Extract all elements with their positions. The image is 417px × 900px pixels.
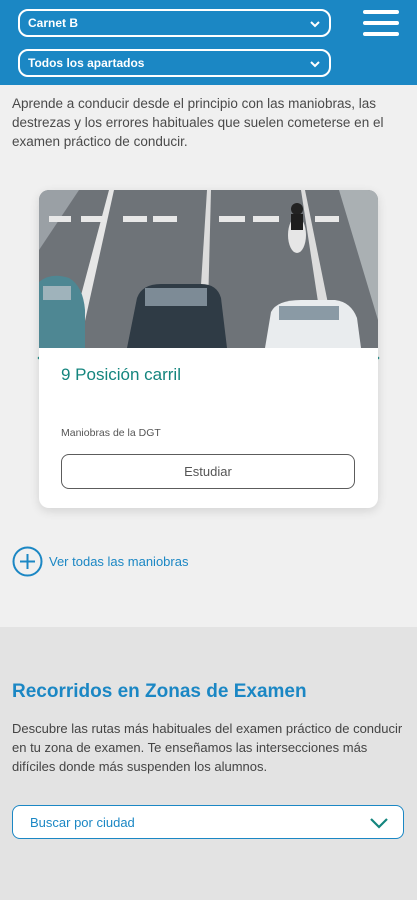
plus-circle-icon — [12, 546, 43, 576]
see-all-maneuvers-link[interactable]: Ver todas las maniobras — [12, 545, 188, 577]
intro-text: Aprende a conducir desde el principio co… — [12, 96, 384, 149]
study-button[interactable]: Estudiar — [61, 454, 355, 489]
exam-routes-section: Recorridos en Zonas de Examen Descubre l… — [0, 627, 417, 900]
maneuver-category: Maniobras de la DGT — [61, 427, 161, 439]
license-select-value: Carnet B — [28, 16, 79, 30]
chevron-down-icon — [310, 61, 320, 68]
see-all-maneuvers-label: Ver todas las maniobras — [49, 553, 189, 569]
section-select-value: Todos los apartados — [28, 56, 145, 70]
exam-routes-description: Descubre las rutas más habituales del ex… — [12, 721, 403, 774]
city-search-select[interactable]: Buscar por ciudad — [12, 805, 404, 839]
maneuver-title: 9 Posición carril — [61, 365, 181, 384]
city-select-value: Buscar por ciudad — [30, 814, 135, 830]
maneuver-card[interactable]: 9 Posición carril Maniobras de la DGT Es… — [39, 190, 378, 508]
section-select[interactable]: Todos los apartados — [18, 49, 331, 77]
license-select[interactable]: Carnet B — [18, 9, 331, 37]
hamburger-menu-icon[interactable] — [363, 10, 399, 38]
chevron-down-icon — [370, 818, 388, 829]
app-header: Carnet B Todos los apartados — [0, 0, 417, 85]
exam-routes-title: Recorridos en Zonas de Examen — [12, 681, 307, 702]
chevron-down-icon — [310, 21, 320, 28]
road-photo — [39, 190, 378, 348]
